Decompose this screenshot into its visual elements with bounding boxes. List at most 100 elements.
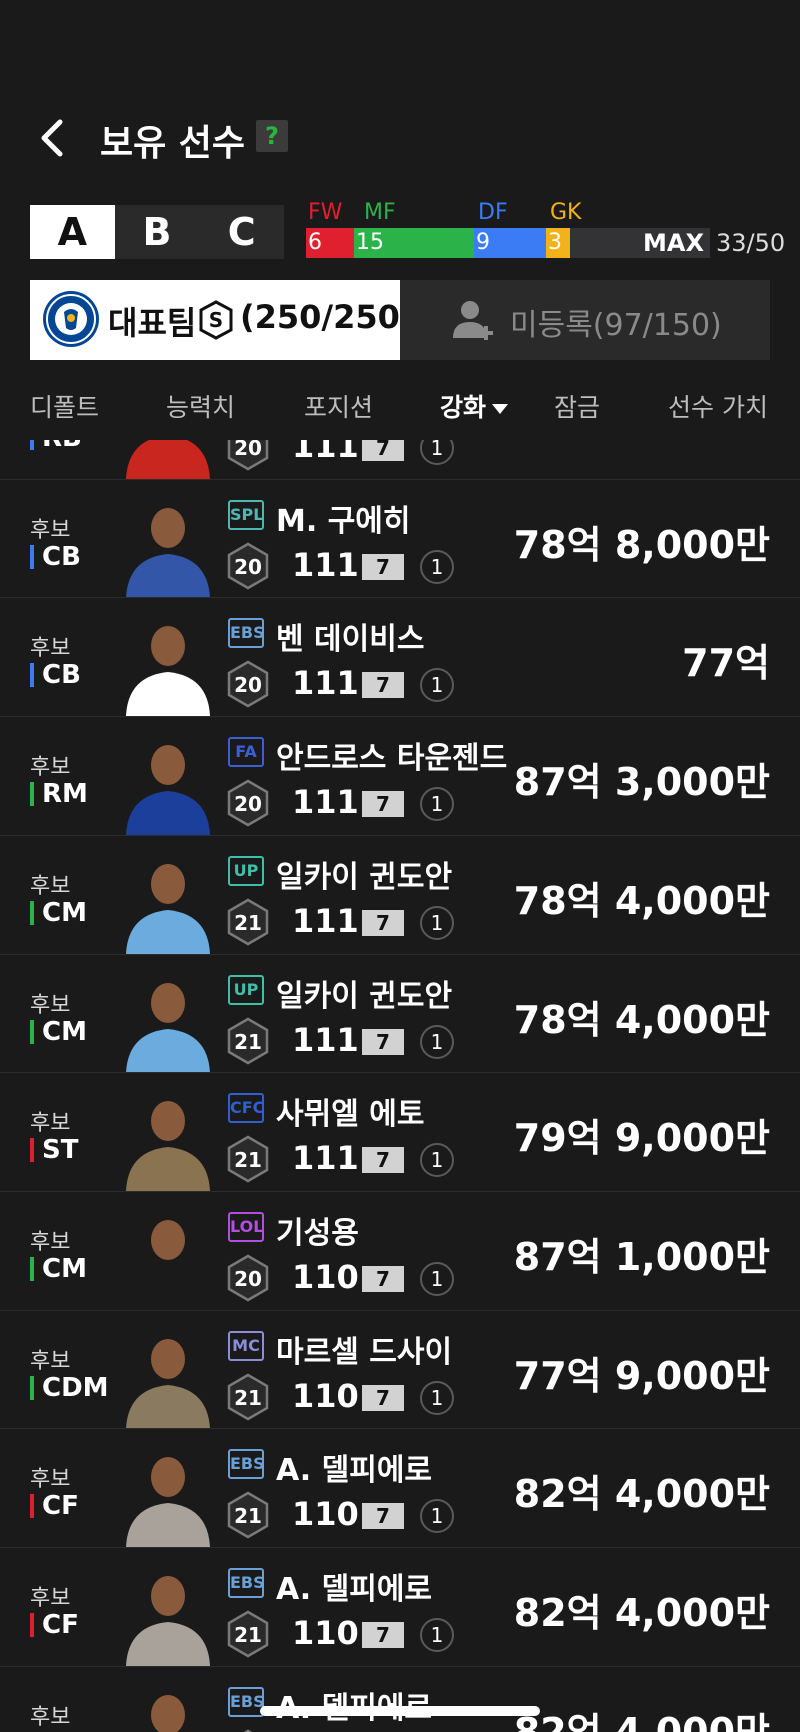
position-labels: FW MF DF GK [306,200,606,226]
player-ovr: 110 [292,1495,359,1534]
back-arrow-icon[interactable] [34,118,74,158]
enhance-count: 1 [420,905,454,940]
player-photo [126,982,210,1073]
gk-count: 3 [546,228,570,258]
season-badge: UP [228,974,264,1005]
player-position: CF [30,1610,79,1640]
player-row[interactable]: 후보 CDM MC 마르셀 드사이 21 110 7 1 77억 9,000만 [0,1309,800,1429]
level-hex-icon: 21 [227,1017,269,1064]
player-name: M. 구에히 [276,503,411,539]
enhance-badge: 7 [362,909,404,936]
player-row[interactable]: 후보 CM LOL 기성용 20 110 7 1 87억 1,000만 [0,1190,800,1310]
sort-lock[interactable]: 잠금 [554,388,600,424]
main-team-label: 대표팀 [108,304,197,342]
header: 보유 선수 ? [0,108,800,168]
player-level: 21 [234,911,262,935]
player-row[interactable]: 후보CFEBSA. 델피에로211107182억 4,000만 [0,1665,800,1732]
player-value: 82억 4,000만 [513,1472,770,1517]
level-hex-icon: 21 [227,1373,269,1421]
fw-label: FW [308,200,343,225]
home-indicator [260,1706,540,1716]
sort-enhance[interactable]: 강화 [440,388,510,424]
player-level: 21 [234,1623,262,1647]
enhance-badge: 7 [362,672,404,699]
player-name: 마르셀 드사이 [276,1334,453,1370]
squad-count: 33/50 [716,229,786,257]
mf-label: MF [364,200,396,225]
player-photo [126,1576,210,1666]
enhance-count: 1 [420,549,454,584]
season-badge: EBS [228,1686,265,1717]
player-list: RB2011171후보CBSPLM. 구에히201117178억 8,000만후… [0,440,800,1732]
squad-tab-a[interactable]: A [30,205,115,259]
player-value: 78억 4,000만 [513,997,770,1042]
enhance-count: 1 [420,787,454,822]
player-role: 후보 [30,873,71,899]
player-level: 21 [234,1148,262,1172]
player-level: 20 [234,555,262,579]
player-position: CB [30,542,81,572]
player-position: RB [30,440,82,453]
player-value: 87억 1,000만 [513,1234,770,1279]
player-photo [126,626,210,717]
season-badge: CFC [228,1093,264,1124]
player-value: 78억 4,000만 [513,878,770,923]
squad-tab-c[interactable]: C [199,205,284,259]
player-role: 후보 [30,517,71,543]
squad-tab-b[interactable]: B [115,205,200,259]
player-row[interactable]: 후보 RM FA 안드로스 타운젠드 20 111 7 1 87억 3,000만 [0,716,800,836]
svg-text:S: S [209,308,223,332]
player-row[interactable]: RB 20 11171 [0,440,800,479]
sort-position[interactable]: 포지션 [304,388,373,424]
player-value: 77억 [682,641,770,686]
enhance-badge: 7 [362,440,404,461]
player-level: 20 [234,1267,262,1291]
sort-bar: 디폴트 능력치 포지션 강화 잠금 선수 가치 [0,378,800,428]
salary-cap-icon: S [199,300,233,340]
player-level: 20 [234,792,262,816]
player-role: 후보 [30,1229,71,1255]
sort-default[interactable]: 디폴트 [30,388,99,424]
player-photo [126,1338,210,1429]
enhance-count: 1 [420,1143,454,1178]
player-value: 82억 4,000만 [513,1709,770,1732]
player-row[interactable]: 후보CFEBSA. 델피에로211107182억 4,000만 [0,1428,800,1548]
player-ovr: 110 [292,1257,359,1296]
max-label: MAX [643,229,704,257]
main-team-count: (250/250) [240,298,415,336]
player-level: 20 [234,440,262,460]
mf-count: 15 [354,228,474,258]
level-hex-icon: 20 [227,660,269,708]
level-hex-icon: 21 [227,1610,269,1658]
season-badge: UP [228,855,264,886]
level-hex-icon: 20 [227,440,269,471]
player-ovr: 111 [292,901,359,940]
player-row[interactable]: 후보 CM UP 일카이 귄도안 21 111 7 1 78억 4,000만 [0,834,800,954]
player-row[interactable]: 후보 CM UP 일카이 귄도안 21 111 7 1 78억 4,000만 [0,953,800,1073]
player-position: CDM [30,1373,109,1403]
sort-enhance-label: 강화 [440,393,487,422]
player-name: A. 델피에로 [276,1572,433,1607]
main-team-button[interactable]: 대표팀 S (250/250) [30,280,415,360]
enhance-badge: 7 [362,1028,404,1055]
player-ovr: 111 [292,783,359,822]
player-value: 87억 3,000만 [513,760,770,805]
player-row[interactable]: 후보 CB SPL M. 구에히 20 111 7 1 78억 8,000만 [0,478,800,598]
player-name: 일카이 귄도안 [276,859,453,895]
season-badge: SPL [228,499,264,530]
player-ovr: 111 [292,1139,359,1178]
player-photo [126,507,210,598]
player-role: 후보 [30,636,71,662]
unregistered-button[interactable]: 미등록(97/150) [400,280,770,360]
player-row[interactable]: 후보CFEBSA. 델피에로211107182억 4,000만 [0,1547,800,1666]
enhance-badge: 7 [362,1622,404,1648]
sort-ability[interactable]: 능력치 [166,388,235,424]
sort-value[interactable]: 선수 가치 [668,388,768,424]
fw-count: 6 [306,228,354,258]
player-ovr: 110 [292,1376,359,1415]
player-row[interactable]: 후보 ST CFC 사뮈엘 에토 21 111 7 1 79억 9,000만 [0,1072,800,1192]
player-row[interactable]: 후보 CB EBS 벤 데이비스 20 111 7 1 77억 [0,597,800,717]
help-icon[interactable]: ? [256,120,288,152]
squad-tabs: A B C [30,205,284,259]
enhance-badge: 7 [362,1503,404,1530]
